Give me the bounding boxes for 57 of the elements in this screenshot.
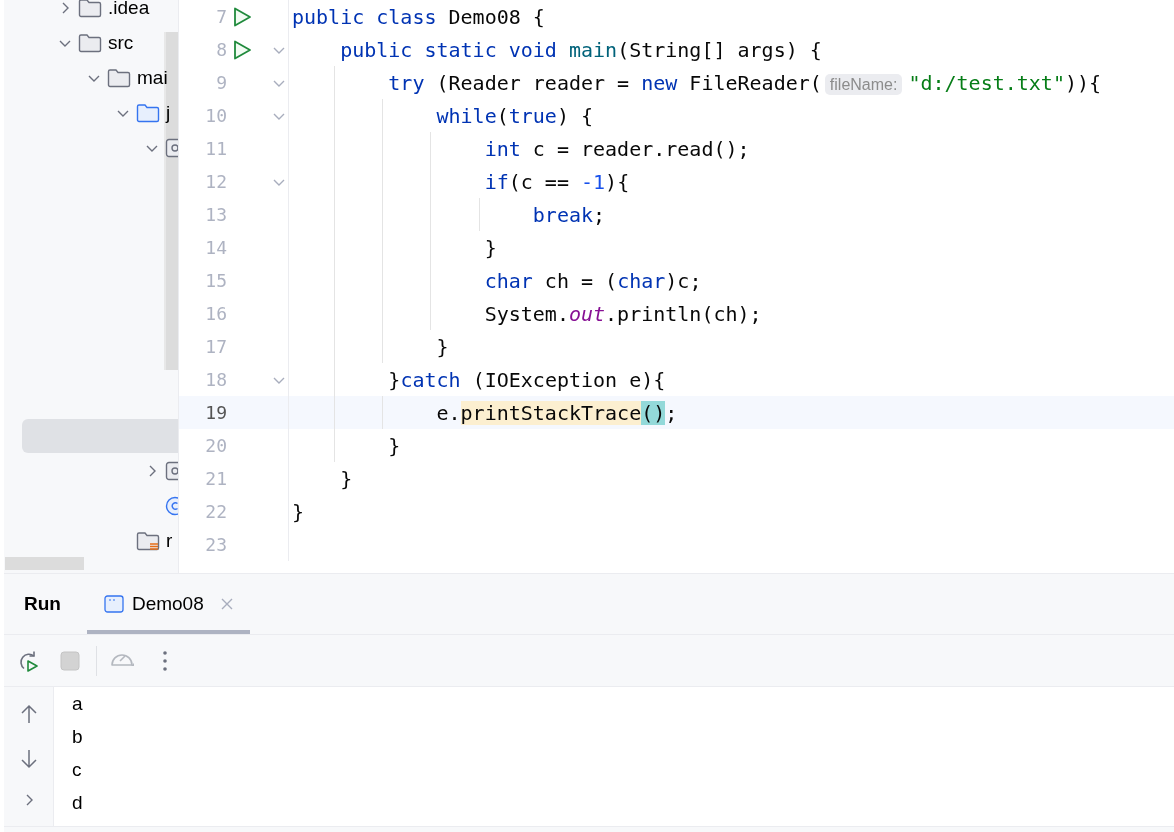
line-number: 15 xyxy=(204,270,227,291)
tree-item-label[interactable]: src xyxy=(108,31,134,54)
code-line: System.out.println(ch); xyxy=(483,301,762,326)
run-icon[interactable] xyxy=(231,38,253,61)
line-number: 20 xyxy=(204,435,227,456)
line-number: 9 xyxy=(215,72,227,93)
code-line: } xyxy=(387,433,401,458)
code-line: int c = reader.read(); xyxy=(483,136,750,161)
code-line: while(true) { xyxy=(435,103,594,128)
line-number: 19 xyxy=(204,402,227,423)
code-line: try (Reader reader = new FileReader( fileName: "d:/test.txt")){ xyxy=(387,70,1102,95)
run-icon[interactable] xyxy=(231,5,253,28)
output-line: a xyxy=(72,692,83,716)
tree-item-label[interactable]: .idea xyxy=(108,0,150,19)
output-line: b xyxy=(72,725,83,749)
resources-folder-icon xyxy=(136,530,160,551)
code-line: }catch (IOException e){ xyxy=(387,367,666,392)
stop-icon xyxy=(60,650,80,671)
gauge-icon xyxy=(111,654,135,667)
output-line: d xyxy=(72,791,83,815)
panel-title: Run xyxy=(24,593,61,615)
folder-icon xyxy=(107,67,131,88)
code-line: } xyxy=(339,466,353,491)
line-number: 11 xyxy=(204,138,227,159)
folder-icon xyxy=(78,32,102,53)
line-number: 17 xyxy=(204,336,227,357)
line-number: 14 xyxy=(204,237,227,258)
more-icon xyxy=(162,649,168,672)
line-number: 23 xyxy=(204,534,227,555)
console-icon xyxy=(103,595,124,613)
line-number: 22 xyxy=(204,501,227,522)
arrow-down-icon[interactable] xyxy=(19,748,38,770)
output-line: c xyxy=(72,758,82,782)
tree-item-label[interactable]: j xyxy=(166,101,171,124)
code-line: break; xyxy=(531,202,606,227)
line-number: 10 xyxy=(204,105,227,126)
code-line: char ch = (char)c; xyxy=(483,268,702,293)
folder-icon xyxy=(136,102,160,123)
code-line: public class Demo08 { xyxy=(292,4,545,29)
code-line: if(c == -1){ xyxy=(483,169,630,194)
code-line: } xyxy=(292,499,305,524)
line-number: 8 xyxy=(215,39,227,60)
run-tab[interactable]: Demo08 xyxy=(86,574,250,634)
tree-item-label[interactable]: r xyxy=(166,529,173,552)
line-number: 18 xyxy=(204,369,227,390)
tree-item-label[interactable]: mai xyxy=(137,66,168,89)
line-number: 13 xyxy=(204,204,227,225)
close-icon[interactable] xyxy=(219,597,234,611)
line-number: 12 xyxy=(204,171,227,192)
line-number: 21 xyxy=(204,468,227,489)
line-number: 7 xyxy=(215,6,227,27)
line-number: 16 xyxy=(204,303,227,324)
code-line: } xyxy=(435,334,449,359)
scrollbar[interactable] xyxy=(5,557,84,570)
arrow-up-icon[interactable] xyxy=(19,703,38,725)
code-line: } xyxy=(483,235,497,260)
code-line: public static void main(String[] args) { xyxy=(339,37,822,62)
